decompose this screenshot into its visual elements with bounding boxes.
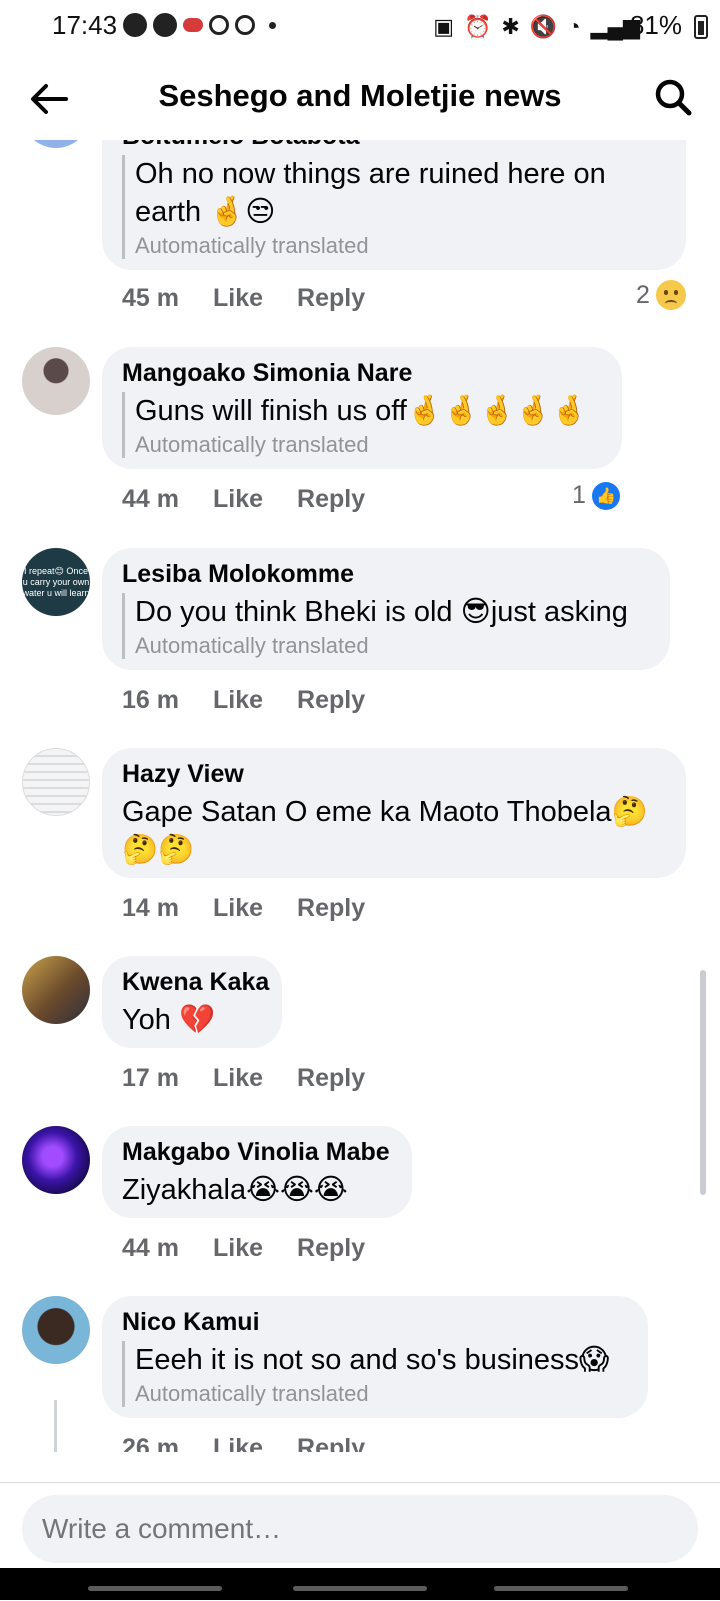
battery-percent: 81% <box>629 10 682 40</box>
reply-button[interactable]: Reply <box>297 686 365 715</box>
comment-time[interactable]: 44 m <box>122 1234 179 1263</box>
comment-actions: 26 m Like Reply <box>122 1434 365 1452</box>
like-button[interactable]: Like <box>213 1234 263 1263</box>
like-reaction-icon: 👍 <box>591 481 620 510</box>
avatar[interactable]: I repeat😊 Once u carry your own water u … <box>22 548 90 616</box>
app-notification-icon <box>183 18 203 32</box>
translated-quote: Eeeh it is not so and so's business😱 Aut… <box>122 1341 628 1407</box>
reply-button[interactable]: Reply <box>297 284 365 313</box>
avatar[interactable] <box>22 956 90 1024</box>
comment-time[interactable]: 14 m <box>122 894 179 923</box>
reply-button[interactable]: Reply <box>297 1434 365 1452</box>
notification-icons <box>123 13 276 37</box>
avatar[interactable] <box>22 1296 90 1364</box>
comment-text: Do you think Bheki is old 😎just asking <box>135 596 628 628</box>
comment-actions: 44 m Like Reply <box>122 1234 365 1263</box>
comment-author[interactable]: Kwena Kaka <box>122 968 269 997</box>
top-bar: Seshego and Moletjie news <box>0 54 720 140</box>
like-button[interactable]: Like <box>213 894 263 923</box>
comment-author[interactable]: Boitumelo Botabota <box>122 140 666 151</box>
app-notification-icon <box>123 13 147 37</box>
comment-bubble[interactable]: Makgabo Vinolia Mabe Ziyakhala😭😭😭 <box>102 1126 412 1218</box>
reaction-summary[interactable]: 1 👍 <box>572 481 620 510</box>
comment-actions: 17 m Like Reply <box>122 1064 365 1093</box>
system-nav-bar <box>0 1568 720 1600</box>
avatar[interactable] <box>22 140 90 148</box>
comment-text: Guns will finish us off🤞🤞🤞🤞🤞 <box>135 395 588 427</box>
reaction-count: 1 <box>572 481 586 509</box>
like-button[interactable]: Like <box>213 284 263 313</box>
nav-recent-button[interactable] <box>88 1586 222 1591</box>
comment-author[interactable]: Mangoako Simonia Nare <box>122 359 602 388</box>
battery-icon <box>694 15 708 39</box>
reply-button[interactable]: Reply <box>297 1064 365 1093</box>
comment-bubble[interactable]: Lesiba Molokomme Do you think Bheki is o… <box>102 548 670 670</box>
translation-label[interactable]: Automatically translated <box>135 233 666 259</box>
avatar[interactable] <box>22 748 90 816</box>
translation-label[interactable]: Automatically translated <box>135 1381 628 1407</box>
comment-time[interactable]: 16 m <box>122 686 179 715</box>
comment-time[interactable]: 44 m <box>122 485 179 514</box>
comment-time[interactable]: 45 m <box>122 284 179 313</box>
comment-actions: 16 m Like Reply <box>122 686 365 715</box>
translated-quote: Oh no now things are ruined here on eart… <box>122 155 666 259</box>
translated-quote: Guns will finish us off🤞🤞🤞🤞🤞 Automatical… <box>122 392 602 458</box>
comment-actions: 14 m Like Reply <box>122 894 365 923</box>
like-button[interactable]: Like <box>213 1064 263 1093</box>
comment-bubble[interactable]: Boitumelo Botabota Oh no now things are … <box>102 140 686 270</box>
reply-button[interactable]: Reply <box>297 894 365 923</box>
nav-back-button[interactable] <box>494 1586 628 1591</box>
comment-author[interactable]: Hazy View <box>122 760 666 789</box>
like-button[interactable]: Like <box>213 1434 263 1452</box>
reply-button[interactable]: Reply <box>297 485 365 514</box>
system-icons: ▣ ⏰ ✱ 🔇 ◔ ▂▄▆ <box>433 14 640 40</box>
mute-icon: 🔇 <box>529 14 558 39</box>
comment-actions: 45 m Like Reply <box>122 284 365 313</box>
alarm-icon: ⏰ <box>464 14 492 39</box>
like-button[interactable]: Like <box>213 686 263 715</box>
comment-bubble[interactable]: Hazy View Gape Satan O eme ka Maoto Thob… <box>102 748 686 878</box>
reaction-count: 2 <box>636 280 650 309</box>
app-notification-icon <box>153 13 177 37</box>
translated-quote: Do you think Bheki is old 😎just asking A… <box>122 593 650 659</box>
search-icon[interactable] <box>652 76 694 118</box>
scrollbar[interactable] <box>700 970 706 1195</box>
bluetooth-icon: ✱ <box>501 14 520 39</box>
nav-home-button[interactable] <box>293 1586 427 1591</box>
status-bar: 17:43 ▣ ⏰ ✱ 🔇 ◔ ▂▄▆ 81% <box>0 0 720 54</box>
comment-time[interactable]: 26 m <box>122 1434 179 1452</box>
lock-icon: ▣ <box>433 14 455 39</box>
wifi-icon: ◔ <box>567 14 581 39</box>
translation-label[interactable]: Automatically translated <box>135 432 602 458</box>
more-notifications-icon <box>269 21 276 29</box>
like-button[interactable]: Like <box>213 485 263 514</box>
sync-icon <box>209 15 229 35</box>
comment-actions: 44 m Like Reply <box>122 485 365 514</box>
sad-reaction-icon <box>655 280 686 310</box>
comment-bubble[interactable]: Nico Kamui Eeeh it is not so and so's bu… <box>102 1296 648 1418</box>
comment-time[interactable]: 17 m <box>122 1064 179 1093</box>
comment-bubble[interactable]: Kwena Kaka Yoh 💔 <box>102 956 282 1048</box>
reply-thread-line <box>54 1400 57 1452</box>
comment-input[interactable] <box>22 1495 698 1563</box>
reply-button[interactable]: Reply <box>297 1234 365 1263</box>
comment-list[interactable]: Boitumelo Botabota Oh no now things are … <box>0 140 720 1452</box>
sync-icon <box>235 15 255 35</box>
comment-text: Yoh 💔 <box>122 1004 216 1036</box>
avatar[interactable] <box>22 1126 90 1194</box>
avatar[interactable] <box>22 347 90 415</box>
translation-label[interactable]: Automatically translated <box>135 633 650 659</box>
comment-author[interactable]: Nico Kamui <box>122 1308 628 1337</box>
comment-author[interactable]: Lesiba Molokomme <box>122 560 650 589</box>
comment-text: Eeeh it is not so and so's business😱 <box>135 1344 610 1376</box>
reaction-summary[interactable]: 2 <box>636 280 686 310</box>
avatar-caption: I repeat😊 Once u carry your own water u … <box>22 566 90 598</box>
comment-text: Gape Satan O eme ka Maoto Thobela🤔🤔🤔 <box>122 796 648 866</box>
comment-text: Oh no now things are ruined here on eart… <box>135 158 606 228</box>
status-time: 17:43 <box>52 10 118 40</box>
comment-bubble[interactable]: Mangoako Simonia Nare Guns will finish u… <box>102 347 622 469</box>
comment-text: Ziyakhala😭😭😭 <box>122 1174 348 1206</box>
page-title: Seshego and Moletjie news <box>158 78 562 113</box>
comment-author[interactable]: Makgabo Vinolia Mabe <box>122 1138 392 1167</box>
